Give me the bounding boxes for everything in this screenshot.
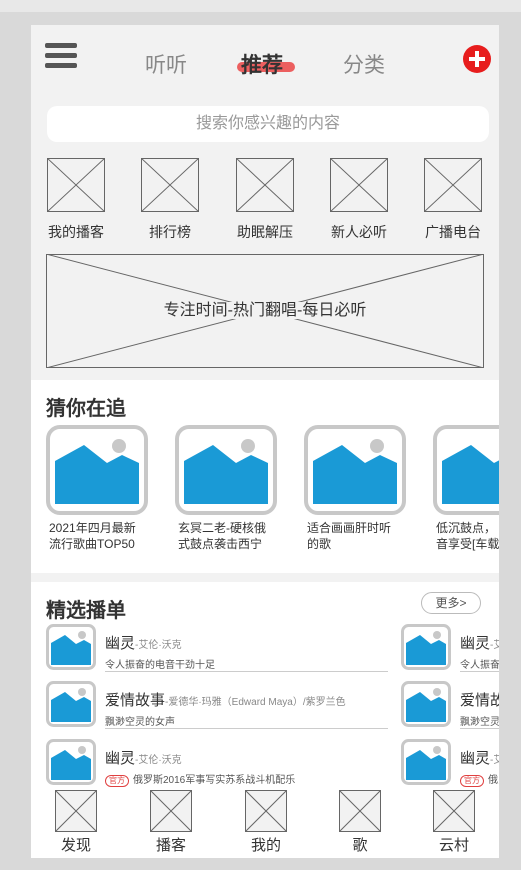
entry-label: 广播电台: [425, 224, 481, 240]
image-icon: [304, 425, 406, 515]
image-icon: [46, 624, 96, 670]
image-placeholder-icon: [236, 158, 294, 212]
card-caption-line2: 音享受[车载: [436, 537, 499, 551]
more-button[interactable]: 更多>: [421, 592, 481, 614]
bottom-nav: 发现 播客 我的 歌 云村: [31, 788, 499, 858]
entry-label: 排行榜: [149, 224, 191, 240]
entry-newcomer[interactable]: 新人必听: [319, 158, 399, 242]
plus-circle-icon[interactable]: [463, 45, 491, 73]
search-placeholder: 搜索你感兴趣的内容: [195, 115, 340, 132]
image-icon: [401, 739, 451, 785]
tab-listen[interactable]: 听听: [145, 49, 187, 79]
image-placeholder-icon: [55, 790, 97, 832]
official-tag: 官方: [460, 775, 484, 787]
hamburger-menu-icon[interactable]: [45, 43, 77, 69]
list-item[interactable]: 爱情故 飘渺空灵: [401, 681, 499, 733]
image-placeholder-icon: [424, 158, 482, 212]
divider: [460, 728, 499, 729]
entry-ranking[interactable]: 排行榜: [130, 158, 210, 242]
image-placeholder-icon: [245, 790, 287, 832]
tab-recommend[interactable]: 推荐: [241, 49, 283, 79]
nav-discover[interactable]: 发现: [46, 790, 106, 855]
item-artist: -艾伦·沃克: [135, 640, 182, 651]
divider: [460, 671, 499, 672]
list-item[interactable]: 幽灵-艾伦·沃克 令人振奋的电音干劲十足: [46, 624, 406, 676]
item-title: 爱情故: [460, 692, 499, 709]
nav-songs[interactable]: 歌: [330, 790, 390, 855]
nav-label: 我的: [250, 837, 281, 854]
item-artist: -艾: [490, 640, 499, 651]
entry-my-podcast[interactable]: 我的播客: [36, 158, 116, 242]
list-item[interactable]: 爱情故事-爱德华·玛雅（Edward Maya）/紫罗兰色 飘渺空灵的女声: [46, 681, 406, 733]
image-placeholder-icon: [47, 158, 105, 212]
image-icon: [401, 624, 451, 670]
image-icon: [401, 681, 451, 727]
item-subtitle: 俄罗: [488, 775, 499, 786]
nav-label: 播客: [155, 837, 186, 854]
image-placeholder-icon: [141, 158, 199, 212]
tab-category[interactable]: 分类: [343, 49, 385, 79]
curated-section-title: 精选播单: [46, 600, 126, 622]
entry-label: 我的播客: [48, 224, 104, 240]
nav-label: 云村: [438, 837, 469, 854]
list-item[interactable]: 幽灵-艾伦·沃克 官方 俄罗斯2016军事写实苏系战斗机配乐: [46, 739, 406, 791]
image-placeholder-icon: [339, 790, 381, 832]
entry-label: 助眠解压: [237, 224, 293, 240]
playlist-card[interactable]: 低沉鼓点， 音享受[车载: [433, 425, 499, 573]
nav-podcast[interactable]: 播客: [141, 790, 201, 855]
item-title: 幽灵: [105, 750, 136, 767]
top-header: 听听 推荐 分类: [31, 25, 499, 93]
item-title: 爱情故事: [105, 692, 166, 709]
app-screen: 听听 推荐 分类 搜索你感兴趣的内容 我的播客 排行榜 助眠解压 新人必听 广播…: [31, 25, 499, 858]
entry-sleep[interactable]: 助眠解压: [225, 158, 305, 242]
search-input[interactable]: 搜索你感兴趣的内容: [47, 106, 489, 142]
list-item[interactable]: 幽灵-艾 官方俄罗: [401, 739, 499, 791]
tab-recommend-label: 推荐: [241, 54, 283, 77]
image-placeholder-icon: [330, 158, 388, 212]
item-title: 幽灵: [460, 635, 491, 652]
item-subtitle: 飘渺空灵的女声: [105, 717, 175, 728]
item-title: 幽灵: [460, 750, 491, 767]
card-caption-line1: 低沉鼓点，: [436, 521, 497, 535]
image-icon: [46, 425, 148, 515]
image-placeholder-icon: [150, 790, 192, 832]
item-subtitle: 俄罗斯2016军事写实苏系战斗机配乐: [133, 775, 296, 786]
card-caption-line2: 流行歌曲TOP50: [49, 537, 135, 551]
card-caption-line1: 2021年四月最新: [49, 521, 136, 535]
card-caption-line2: 式鼓点袭击西宁: [178, 537, 263, 551]
item-artist: -艾: [490, 755, 499, 766]
image-icon: [433, 425, 499, 515]
tab-category-label: 分类: [343, 54, 385, 77]
image-placeholder-icon: [433, 790, 475, 832]
guess-section-title: 猜你在追: [46, 398, 126, 420]
list-item[interactable]: 幽灵-艾 令人振奋: [401, 624, 499, 676]
divider: [105, 671, 388, 672]
item-artist: -艾伦·沃克: [135, 755, 182, 766]
promo-banner[interactable]: 专注时间-热门翻唱-每日必听: [46, 254, 484, 368]
item-title: 幽灵: [105, 635, 136, 652]
nav-cloud-village[interactable]: 云村: [424, 790, 484, 855]
quick-entries: 我的播客 排行榜 助眠解压 新人必听 广播电台: [31, 158, 499, 248]
card-caption-line1: 适合画画肝时听: [307, 521, 392, 535]
guess-section: 猜你在追 2021年四月最新 流行歌曲TOP50 玄冥二老-硬核俄 式鼓点袭击西宁 …: [31, 380, 499, 573]
official-tag: 官方: [105, 775, 129, 787]
window-top-strip: [0, 0, 521, 12]
divider: [105, 728, 388, 729]
item-subtitle: 飘渺空灵: [460, 717, 499, 728]
card-caption-line1: 玄冥二老-硬核俄: [178, 521, 266, 535]
image-icon: [46, 739, 96, 785]
entry-label: 新人必听: [331, 224, 387, 240]
item-subtitle: 令人振奋: [460, 660, 499, 671]
item-artist: -爱德华·玛雅（Edward Maya）/紫罗兰色: [165, 697, 346, 708]
item-subtitle: 令人振奋的电音干劲十足: [105, 660, 215, 671]
banner-text: 专注时间-热门翻唱-每日必听: [161, 302, 369, 319]
nav-mine[interactable]: 我的: [236, 790, 296, 855]
card-caption-line2: 的歌: [307, 537, 332, 551]
entry-radio[interactable]: 广播电台: [413, 158, 493, 242]
nav-label: 歌: [352, 837, 368, 854]
tab-listen-label: 听听: [145, 54, 187, 77]
image-icon: [175, 425, 277, 515]
image-icon: [46, 681, 96, 727]
nav-label: 发现: [60, 837, 91, 854]
